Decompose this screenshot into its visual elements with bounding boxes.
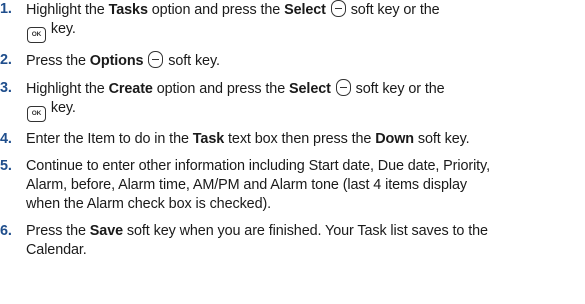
text-run: when the Alarm check box is checked).: [26, 196, 272, 212]
step-text: Highlight the Tasks option and press the…: [26, 0, 440, 43]
step-number: 4.: [0, 131, 12, 147]
text-run: option and press the: [152, 81, 290, 97]
step-text: Enter the Item to do in the Task text bo…: [26, 131, 470, 147]
bold-term: Select: [289, 81, 331, 97]
bold-term: Select: [284, 2, 326, 18]
ok-key-icon: OK: [27, 27, 46, 43]
step-item: 2. Press the Options soft key.: [0, 51, 585, 71]
step-number: 1.: [0, 1, 12, 17]
bold-term: Task: [192, 131, 225, 147]
text-run: Alarm, before, Alarm time, AM/PM and Ala…: [26, 177, 467, 193]
bold-term: Down: [375, 131, 415, 147]
step-item: 5. Continue to enter other information in…: [0, 157, 585, 214]
text-run: soft key or the: [351, 81, 445, 97]
text-run: soft key or the: [346, 2, 440, 18]
bold-term: Tasks: [108, 2, 148, 18]
text-run: Press the: [26, 223, 90, 239]
text-run: Press the: [26, 53, 90, 69]
step-number: 2.: [0, 52, 12, 68]
soft-key-icon: [335, 79, 351, 96]
text-run: [326, 2, 330, 18]
text-run: soft key when you are finished. Your Tas…: [123, 223, 488, 239]
step-text: Continue to enter other information incl…: [26, 158, 490, 212]
text-run: option and press the: [147, 2, 285, 18]
text-run: Calendar.: [26, 242, 87, 258]
step-text: Press the Options soft key.: [26, 51, 220, 69]
text-run: key.: [47, 21, 76, 37]
text-run: Highlight the: [26, 81, 109, 97]
soft-key-icon: [148, 51, 164, 68]
step-text: Highlight the Create option and press th…: [26, 79, 445, 122]
bold-term: Create: [108, 81, 153, 97]
step-item: 3. Highlight the Create option and press …: [0, 79, 585, 122]
step-text: Press the Save soft key when you are fin…: [26, 223, 488, 258]
text-run: soft key.: [414, 131, 470, 147]
text-run: [143, 53, 147, 69]
text-run: Highlight the: [26, 2, 109, 18]
text-run: soft key.: [164, 53, 220, 69]
text-run: text box then press the: [224, 131, 376, 147]
bold-term: Options: [89, 53, 144, 69]
step-number: 5.: [0, 158, 12, 174]
step-number: 3.: [0, 80, 12, 96]
text-run: key.: [47, 100, 76, 116]
text-run: [331, 81, 335, 97]
step-item: 1. Highlight the Tasks option and press t…: [0, 0, 585, 43]
text-run: Continue to enter other information incl…: [26, 158, 490, 174]
step-item: 4. Enter the Item to do in the Task text …: [0, 130, 585, 149]
step-item: 6. Press the Save soft key when you are f…: [0, 222, 585, 260]
text-run: Enter the Item to do in the: [26, 131, 193, 147]
ok-key-icon: OK: [27, 106, 46, 122]
instruction-steps: 1. Highlight the Tasks option and press t…: [0, 0, 585, 268]
step-number: 6.: [0, 223, 12, 239]
soft-key-icon: [330, 0, 346, 17]
bold-term: Save: [89, 223, 124, 239]
